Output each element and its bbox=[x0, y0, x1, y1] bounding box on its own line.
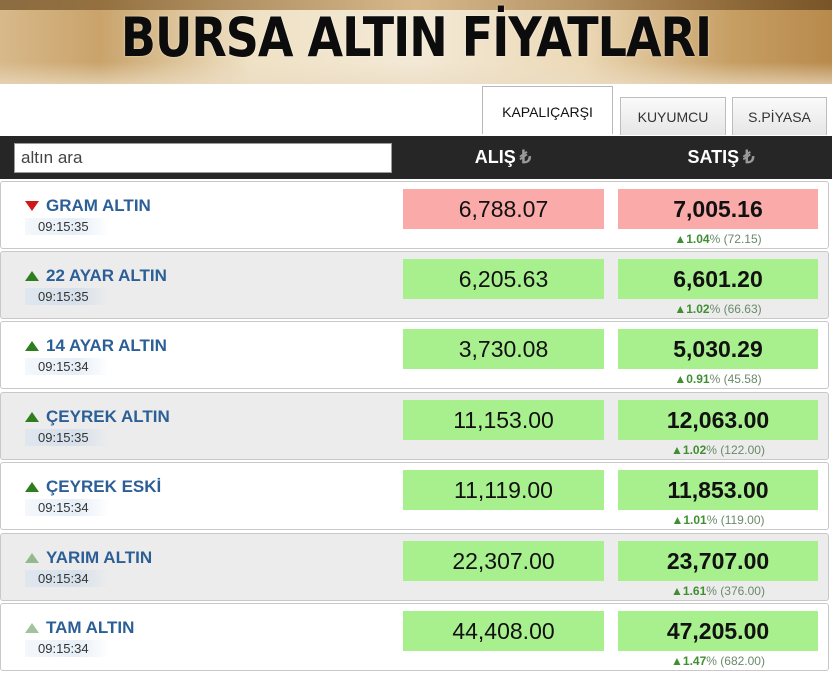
change-percent: 0.91 bbox=[686, 372, 710, 386]
change-up-icon: ▲ bbox=[674, 372, 687, 386]
trend-up-icon bbox=[25, 341, 39, 351]
trend-up-icon bbox=[25, 623, 39, 633]
satis-price: 11,853.00 bbox=[618, 470, 818, 510]
update-time: 09:15:34 bbox=[25, 358, 109, 375]
gold-type-name[interactable]: GRAM ALTIN bbox=[46, 196, 151, 216]
alis-price: 11,119.00 bbox=[403, 470, 604, 510]
alis-label: ALIŞ bbox=[474, 147, 516, 167]
change-info: ▲1.01% (119.00) bbox=[618, 513, 818, 527]
market-tabs: KAPALIÇARŞI KUYUMCU S.PİYASA bbox=[0, 84, 832, 136]
trend-up-icon bbox=[25, 412, 39, 422]
change-info: ▲1.02% (66.63) bbox=[618, 302, 818, 316]
gold-type-name[interactable]: 22 AYAR ALTIN bbox=[46, 266, 167, 286]
change-amount: 66.63 bbox=[727, 302, 758, 316]
gold-type-name[interactable]: ÇEYREK ESKİ bbox=[46, 477, 161, 497]
paren-close: ) bbox=[757, 302, 762, 316]
update-time: 09:15:35 bbox=[25, 218, 109, 235]
change-info: ▲1.61% (376.00) bbox=[618, 584, 818, 598]
satis-price: 23,707.00 bbox=[618, 541, 818, 581]
percent-sign: % ( bbox=[709, 372, 728, 386]
price-row[interactable]: 09:15:34 YARIM ALTIN 22,307.00 23,707.00 ▲1.… bbox=[0, 533, 829, 601]
lira-icon: ₺ bbox=[519, 147, 532, 167]
price-row[interactable]: 09:15:35 ÇEYREK ALTIN 11,153.00 12,063.00 ▲1… bbox=[0, 392, 829, 460]
change-percent: 1.01 bbox=[683, 513, 707, 527]
alis-price: 3,730.08 bbox=[403, 329, 604, 369]
update-time: 09:15:34 bbox=[25, 499, 109, 516]
price-row[interactable]: 09:15:34 ÇEYREK ESKİ 11,119.00 11,853.00 ▲1.… bbox=[0, 462, 829, 530]
update-time: 09:15:34 bbox=[25, 570, 109, 587]
paren-close: ) bbox=[760, 584, 765, 598]
tab-kapalicarsi[interactable]: KAPALIÇARŞI bbox=[482, 86, 613, 134]
price-row[interactable]: 09:15:35 GRAM ALTIN 6,788.07 7,005.16 ▲1.04%… bbox=[0, 181, 829, 249]
change-up-icon: ▲ bbox=[671, 584, 683, 598]
satis-price: 5,030.29 bbox=[618, 329, 818, 369]
percent-sign: % ( bbox=[706, 654, 725, 668]
paren-close: ) bbox=[757, 372, 762, 386]
alis-price: 22,307.00 bbox=[403, 541, 604, 581]
update-time: 09:15:34 bbox=[25, 640, 109, 657]
change-info: ▲1.02% (122.00) bbox=[618, 443, 818, 457]
trend-up-icon bbox=[25, 271, 39, 281]
gold-type-name[interactable]: TAM ALTIN bbox=[46, 618, 134, 638]
change-percent: 1.02 bbox=[682, 443, 707, 457]
alis-price: 11,153.00 bbox=[403, 400, 604, 440]
satis-price: 47,205.00 bbox=[618, 611, 818, 651]
price-row[interactable]: 09:15:35 22 AYAR ALTIN 6,205.63 6,601.20 ▲1.… bbox=[0, 251, 829, 319]
gold-type-name[interactable]: YARIM ALTIN bbox=[46, 548, 152, 568]
change-info: ▲1.04% (72.15) bbox=[618, 232, 818, 246]
change-amount: 122.00 bbox=[724, 443, 761, 457]
banner-title: BURSA ALTIN FİYATLARI bbox=[120, 5, 712, 69]
trend-down-icon bbox=[25, 201, 39, 211]
percent-sign: % ( bbox=[706, 584, 725, 598]
update-time: 09:15:35 bbox=[25, 429, 109, 446]
change-up-icon: ▲ bbox=[671, 513, 684, 527]
change-percent: 1.47 bbox=[682, 654, 707, 668]
trend-up-icon bbox=[25, 553, 39, 563]
alis-price: 6,205.63 bbox=[403, 259, 604, 299]
alis-column-header: ALIŞ ₺ bbox=[400, 136, 606, 179]
paren-close: ) bbox=[760, 443, 765, 457]
percent-sign: % ( bbox=[706, 443, 725, 457]
update-time: 09:15:35 bbox=[25, 288, 109, 305]
satis-column-header: SATIŞ ₺ bbox=[615, 136, 827, 179]
percent-sign: % ( bbox=[706, 513, 725, 527]
paren-close: ) bbox=[760, 513, 765, 527]
percent-sign: % ( bbox=[709, 302, 728, 316]
change-percent: 1.61 bbox=[682, 584, 707, 598]
change-info: ▲1.47% (682.00) bbox=[618, 654, 818, 668]
change-amount: 119.00 bbox=[724, 513, 761, 527]
alis-price: 6,788.07 bbox=[403, 189, 604, 229]
gold-type-name[interactable]: 14 AYAR ALTIN bbox=[46, 336, 167, 356]
change-percent: 1.04 bbox=[686, 232, 710, 246]
paren-close: ) bbox=[760, 654, 765, 668]
tab-kuyumcu[interactable]: KUYUMCU bbox=[620, 97, 726, 135]
satis-label: SATIŞ bbox=[687, 147, 740, 167]
satis-price: 12,063.00 bbox=[618, 400, 818, 440]
gold-type-name[interactable]: ÇEYREK ALTIN bbox=[46, 407, 170, 427]
change-amount: 45.58 bbox=[727, 372, 758, 386]
banner: BURSA ALTIN FİYATLARI bbox=[0, 0, 832, 84]
change-up-icon: ▲ bbox=[674, 302, 687, 316]
lira-icon: ₺ bbox=[743, 147, 755, 167]
percent-sign: % ( bbox=[709, 232, 728, 246]
change-up-icon: ▲ bbox=[671, 654, 683, 668]
satis-price: 6,601.20 bbox=[618, 259, 818, 299]
tab-spiyasa[interactable]: S.PİYASA bbox=[732, 97, 827, 135]
change-amount: 72.15 bbox=[727, 232, 758, 246]
change-amount: 682.00 bbox=[724, 654, 761, 668]
alis-price: 44,408.00 bbox=[403, 611, 604, 651]
gold-prices-page: BURSA ALTIN FİYATLARI KAPALIÇARŞI KUYUMC… bbox=[0, 0, 832, 676]
satis-price: 7,005.16 bbox=[618, 189, 818, 229]
change-info: ▲0.91% (45.58) bbox=[618, 372, 818, 386]
change-percent: 1.02 bbox=[686, 302, 710, 316]
change-amount: 376.00 bbox=[724, 584, 761, 598]
price-row[interactable]: 09:15:34 14 AYAR ALTIN 3,730.08 5,030.29 ▲0.… bbox=[0, 321, 829, 389]
change-up-icon: ▲ bbox=[671, 443, 683, 457]
price-row[interactable]: 09:15:34 TAM ALTIN 44,408.00 47,205.00 ▲1.47… bbox=[0, 603, 829, 671]
paren-close: ) bbox=[757, 232, 762, 246]
price-table-header: ALIŞ₺ SATIŞ₺ bbox=[0, 136, 832, 179]
search-input[interactable] bbox=[14, 143, 392, 173]
change-up-icon: ▲ bbox=[674, 232, 687, 246]
trend-up-icon bbox=[25, 482, 39, 492]
